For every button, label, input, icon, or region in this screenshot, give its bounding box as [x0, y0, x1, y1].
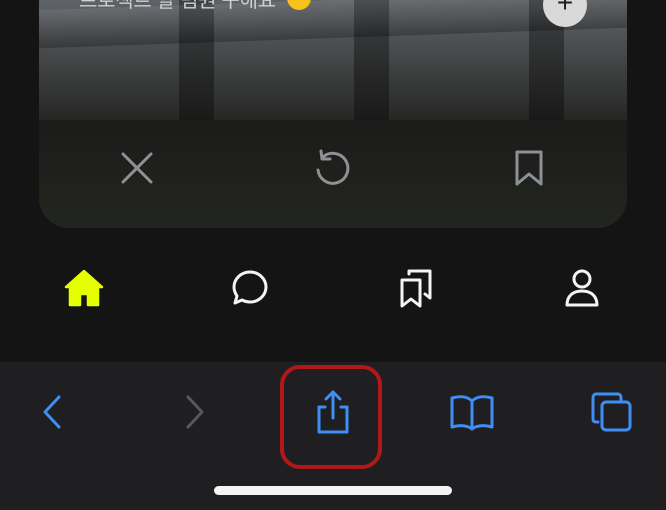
- home-indicator[interactable]: [214, 486, 452, 495]
- app-content: 프로젝트 할 팀원 구해요 +: [0, 0, 666, 362]
- card-title: 프로젝트 할 팀원 구해요: [79, 0, 312, 13]
- book-icon: [450, 395, 494, 431]
- recruit-card[interactable]: 프로젝트 할 팀원 구해요 +: [39, 0, 627, 228]
- chat-icon: [232, 270, 268, 305]
- bookmarks-book-button[interactable]: [446, 390, 498, 434]
- undo-button[interactable]: [312, 148, 352, 188]
- close-icon: [121, 152, 153, 184]
- bookmarks-icon: [400, 269, 432, 308]
- undo-icon: [316, 149, 350, 185]
- nav-profile[interactable]: [560, 266, 604, 310]
- card-photo: [39, 0, 627, 120]
- share-icon: [317, 390, 349, 434]
- back-icon: [43, 395, 61, 429]
- share-button[interactable]: [307, 390, 359, 434]
- dismiss-button[interactable]: [117, 148, 157, 188]
- save-bookmark-button[interactable]: [509, 148, 549, 188]
- bookmark-icon: [515, 150, 543, 186]
- nav-home[interactable]: [62, 266, 106, 310]
- tabs-button[interactable]: [586, 390, 638, 434]
- home-icon: [64, 269, 104, 307]
- forward-button[interactable]: [169, 390, 221, 434]
- safari-toolbar: [0, 362, 666, 510]
- sunglasses-emoji: [287, 0, 312, 10]
- forward-icon: [186, 395, 204, 429]
- nav-saved[interactable]: [394, 266, 438, 310]
- card-title-text: 프로젝트 할 팀원 구해요: [79, 0, 276, 12]
- profile-icon: [565, 269, 599, 307]
- tabs-icon: [591, 392, 632, 432]
- back-button[interactable]: [26, 390, 78, 434]
- nav-chat[interactable]: [228, 266, 272, 310]
